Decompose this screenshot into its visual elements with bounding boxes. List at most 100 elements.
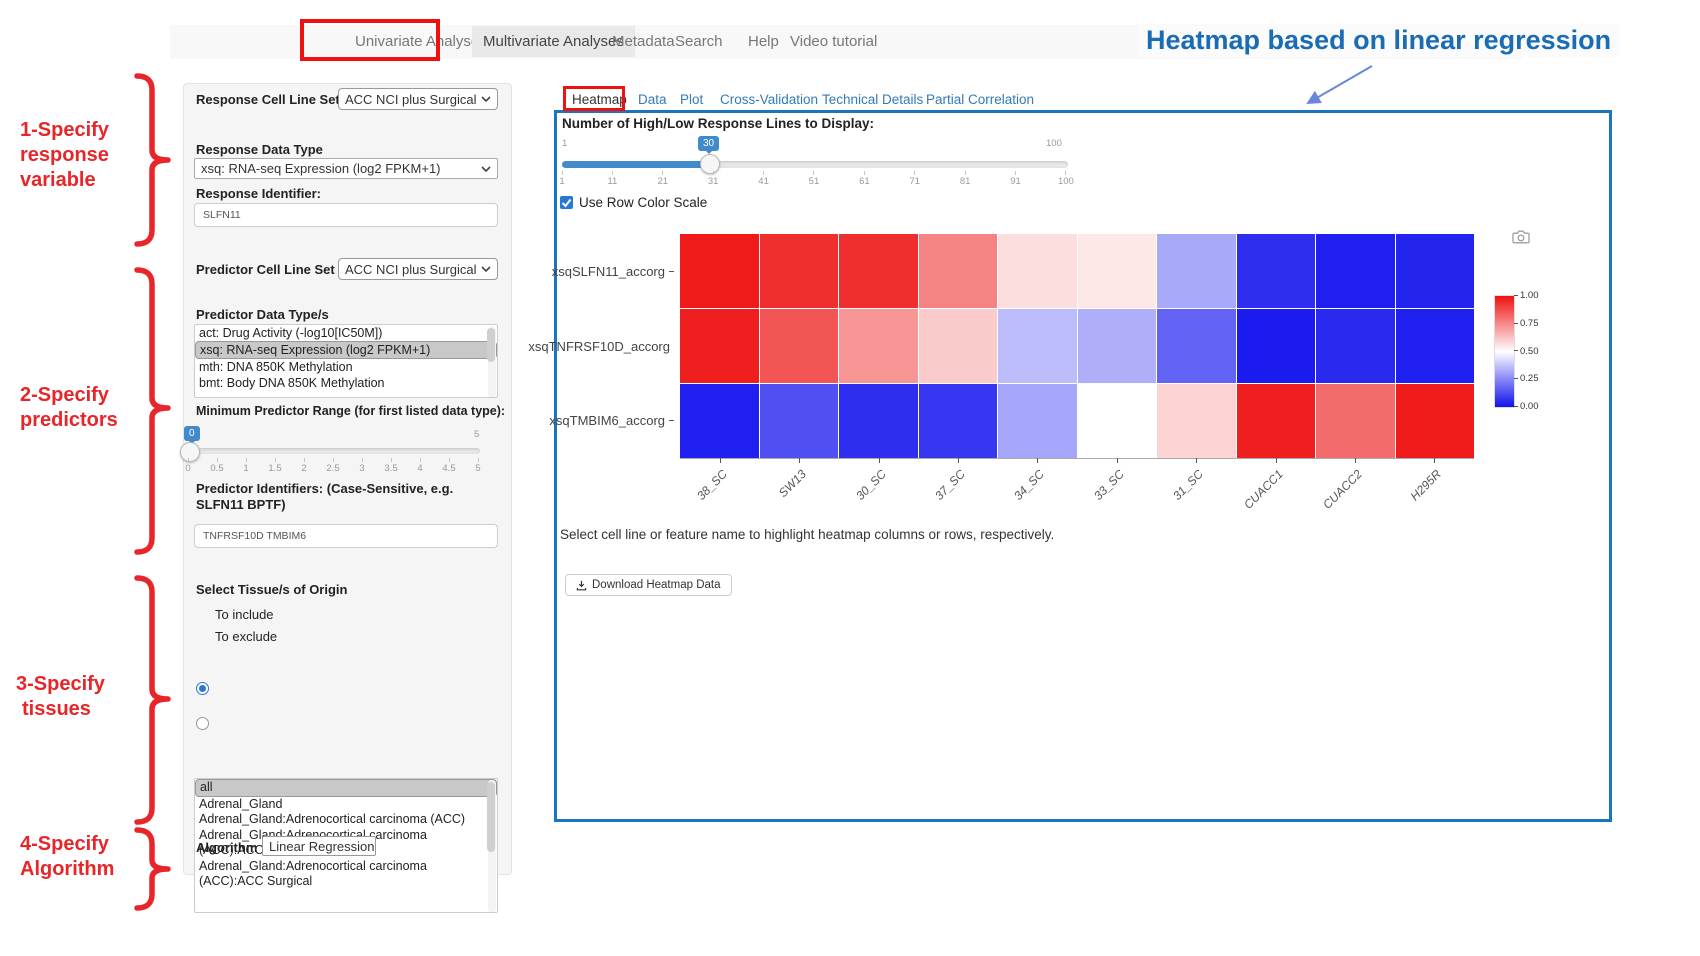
- heatmap-x-tick: [1276, 458, 1277, 463]
- response-cell-line-set-label: Response Cell Line Set: [196, 92, 340, 107]
- response-cell-line-set-value: ACC NCI plus Surgical: [345, 92, 477, 107]
- heatmap-cell-xsqslfn11-accorg-38-sc: [680, 234, 759, 308]
- colorbar-ticks: 1.000.750.500.250.00: [1514, 295, 1554, 415]
- download-icon: [576, 580, 587, 591]
- option-xsq-rna-seq-expression-log2-fpkm-1[interactable]: xsq: RNA-seq Expression (log2 FPKM+1): [195, 341, 497, 359]
- heatmap-cell-xsqtnfrsf10d-accorg-cuacc1: [1237, 309, 1316, 383]
- tissue-include-radio[interactable]: [196, 682, 209, 695]
- heatmap-cell-xsqslfn11-accorg-30-sc: [839, 234, 918, 308]
- heatmap-cell-xsqtmbim6-accorg-38-sc: [680, 384, 759, 458]
- heatmap-row-label-xsqtnfrsf10d-accorg[interactable]: xsqTNFRSF10D_accorg: [536, 309, 674, 384]
- scrollbar-track[interactable]: [488, 326, 496, 398]
- colorbar-tick-0.25: 0.25: [1514, 373, 1539, 384]
- heatmap-x-tick: [1196, 458, 1197, 463]
- heatmap-cell-xsqtnfrsf10d-accorg-37-sc: [919, 309, 998, 383]
- annotation-step4: 4-SpecifyAlgorithm: [20, 832, 114, 882]
- option-all[interactable]: all: [195, 779, 497, 797]
- scrollbar-thumb[interactable]: [487, 782, 495, 852]
- heatmap-col-label-cuacc2[interactable]: CUACC2: [1320, 467, 1365, 512]
- nav-item-univariate-analyses[interactable]: Univariate Analyses: [355, 33, 487, 50]
- heatmap-col-label-34-sc[interactable]: 34_SC: [1011, 467, 1047, 503]
- heatmap-col-label-cuacc1[interactable]: CUACC1: [1241, 467, 1286, 512]
- heatmap-x-tick: [879, 458, 880, 463]
- heatmap-col-label-h295r[interactable]: H295R: [1408, 467, 1444, 503]
- heatmap-cell-xsqtmbim6-accorg-cuacc2: [1316, 384, 1395, 458]
- lines-slider-ticks: 1112131415161718191100: [562, 171, 1066, 187]
- lines-slider-max: 100: [1046, 138, 1062, 149]
- nav-item-search[interactable]: Search: [675, 33, 723, 50]
- response-cell-line-set-select[interactable]: ACC NCI plus Surgical: [338, 88, 498, 110]
- tab-technical-details[interactable]: Technical Details: [822, 92, 923, 107]
- min-range-slider-track[interactable]: [188, 448, 480, 454]
- nav-item-help[interactable]: Help: [748, 33, 779, 50]
- tab-partial-correlation[interactable]: Partial Correlation: [926, 92, 1034, 107]
- annotation-step2: 2-Specifypredictors: [20, 383, 118, 433]
- predictor-identifiers-input[interactable]: [194, 524, 498, 548]
- option-mth-dna-850k-methylation[interactable]: mth: DNA 850K Methylation: [195, 359, 497, 375]
- nav-item-metadata[interactable]: Metadata: [612, 33, 675, 50]
- tissue-exclude-label: To exclude: [215, 629, 277, 644]
- option-adrenal-gland[interactable]: Adrenal_Gland: [195, 797, 497, 813]
- tissue-origin-label: Select Tissue/s of Origin: [196, 582, 347, 597]
- heatmap-x-tick: [1117, 458, 1118, 463]
- heatmap-note: Select cell line or feature name to high…: [560, 527, 1054, 542]
- colorbar-tick-0.75: 0.75: [1514, 318, 1539, 329]
- nav-item-multivariate-analyses[interactable]: Multivariate Analyses: [472, 26, 635, 57]
- heatmap-x-tick: [1355, 458, 1356, 463]
- algorithm-select[interactable]: Linear Regression: [262, 836, 376, 856]
- heatmap-cell-xsqslfn11-accorg-31-sc: [1157, 234, 1236, 308]
- heatmap-col-label-37-sc[interactable]: 37_SC: [932, 467, 968, 503]
- annotation-title: Heatmap based on linear regression: [1138, 24, 1619, 57]
- option-bmt-body-dna-850k-methylation[interactable]: bmt: Body DNA 850K Methylation: [195, 375, 497, 391]
- heatmap-col-label-30-sc[interactable]: 30_SC: [853, 467, 889, 503]
- option-adrenal-gland-adrenocortical-carcinoma-a[interactable]: Adrenal_Gland:Adrenocortical carcinoma (…: [195, 812, 497, 828]
- download-heatmap-data-button[interactable]: Download Heatmap Data: [565, 574, 732, 596]
- brace-step3: [137, 578, 168, 822]
- colorbar-tick-1.00: 1.00: [1514, 290, 1539, 301]
- chevron-down-icon: [481, 266, 491, 272]
- brace-step1: [137, 76, 168, 244]
- heatmap-row-label-xsqslfn11-accorg[interactable]: xsqSLFN11_accorg: [536, 234, 674, 309]
- response-identifier-input[interactable]: [194, 203, 498, 227]
- heatmap-cell-xsqtmbim6-accorg-sw13: [760, 384, 839, 458]
- annotation-step3: 3-Specifytissues: [16, 672, 105, 722]
- response-data-type-label: Response Data Type: [196, 142, 323, 157]
- min-range-value-badge: 0: [184, 426, 200, 441]
- scrollbar-thumb[interactable]: [487, 328, 495, 362]
- option-adrenal-gland-adrenocortical-carcinoma-a[interactable]: Adrenal_Gland:Adrenocortical carcinoma (…: [195, 859, 497, 890]
- tab-cross-validation[interactable]: Cross-Validation: [720, 92, 818, 107]
- predictor-data-types-label: Predictor Data Type/s: [196, 307, 329, 322]
- heatmap-col-label-38-sc[interactable]: 38_SC: [694, 467, 730, 503]
- lines-slider-track[interactable]: [562, 161, 1068, 168]
- response-data-type-select[interactable]: xsq: RNA-seq Expression (log2 FPKM+1): [194, 158, 498, 179]
- heatmap-row-label-xsqtmbim6-accorg[interactable]: xsqTMBIM6_accorg: [536, 383, 674, 458]
- algorithm-label: Algorithm: [196, 840, 257, 855]
- scrollbar-track[interactable]: [488, 780, 496, 913]
- heatmap-cell-xsqtnfrsf10d-accorg-h295r: [1396, 309, 1475, 383]
- heatmap-x-tick: [799, 458, 800, 463]
- chevron-down-icon: [481, 166, 491, 172]
- predictor-cell-line-set-select[interactable]: ACC NCI plus Surgical: [338, 258, 498, 280]
- camera-icon[interactable]: [1512, 230, 1530, 249]
- heatmap-cell-xsqslfn11-accorg-cuacc2: [1316, 234, 1395, 308]
- heatmap-cell-xsqtnfrsf10d-accorg-cuacc2: [1316, 309, 1395, 383]
- heatmap-cell-xsqtmbim6-accorg-33-sc: [1078, 384, 1157, 458]
- heatmap-cell-xsqslfn11-accorg-cuacc1: [1237, 234, 1316, 308]
- use-row-color-scale-checkbox[interactable]: [560, 196, 573, 209]
- heatmap-col-label-31-sc[interactable]: 31_SC: [1170, 467, 1206, 503]
- heatmap-col-label-33-sc[interactable]: 33_SC: [1091, 467, 1127, 503]
- lines-slider-value-badge: 30: [698, 136, 719, 151]
- tab-heatmap[interactable]: Heatmap: [572, 92, 627, 107]
- option-act-drug-activity-log10-ic50m[interactable]: act: Drug Activity (-log10[IC50M]): [195, 325, 497, 341]
- min-range-slider-ticks: 00.511.522.533.544.55: [188, 458, 478, 474]
- heatmap-cell-xsqtnfrsf10d-accorg-sw13: [760, 309, 839, 383]
- nav-item-video-tutorial[interactable]: Video tutorial: [790, 33, 877, 50]
- heatmap-cell-xsqtnfrsf10d-accorg-31-sc: [1157, 309, 1236, 383]
- heatmap-col-label-sw13[interactable]: SW13: [776, 467, 809, 500]
- lines-slider-min: 1: [562, 138, 567, 149]
- tab-plot[interactable]: Plot: [680, 92, 703, 107]
- tab-data[interactable]: Data: [638, 92, 667, 107]
- tissue-exclude-radio[interactable]: [196, 717, 209, 730]
- heatmap-cell-xsqslfn11-accorg-34-sc: [998, 234, 1077, 308]
- annotation-arrow: [1308, 66, 1372, 103]
